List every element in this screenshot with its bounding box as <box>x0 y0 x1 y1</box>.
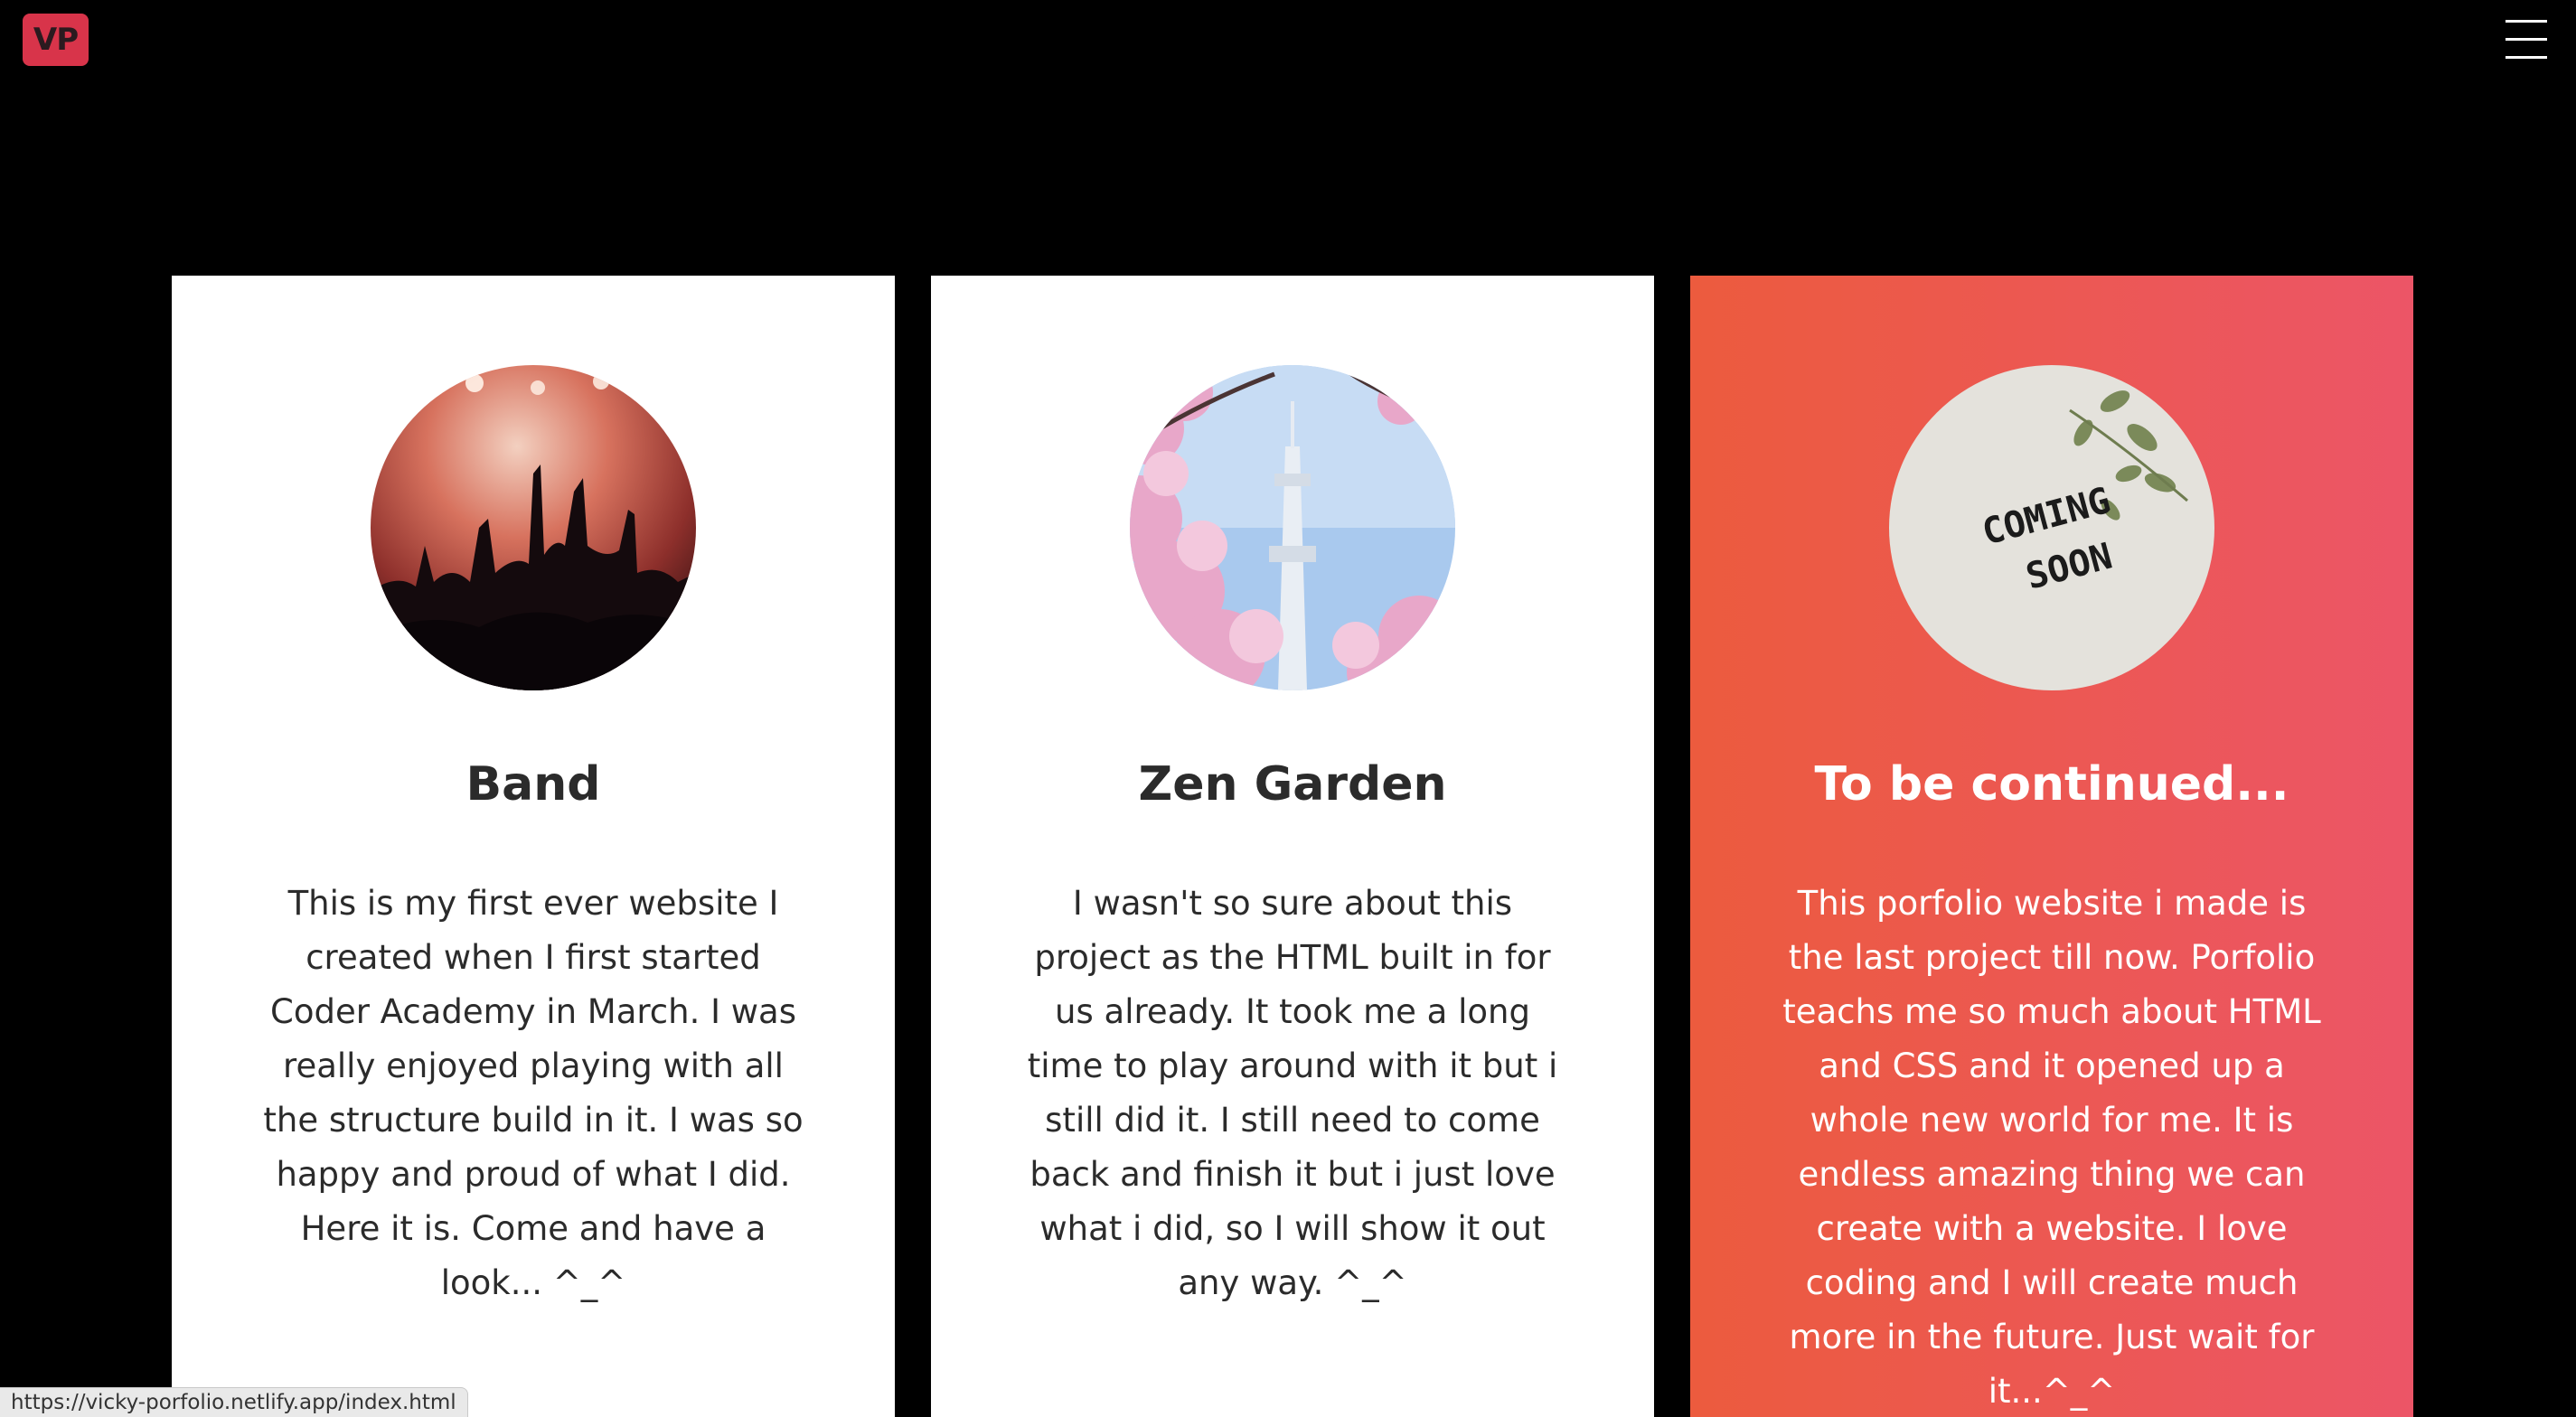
card-description: This is my first ever website I created … <box>263 884 804 1302</box>
coming-soon-image[interactable]: COMING SOON <box>1889 365 2214 690</box>
hamburger-menu-icon[interactable] <box>2505 18 2547 61</box>
project-card-zen-garden[interactable]: Zen Garden I wasn't so sure about this p… <box>931 276 1654 1417</box>
logo[interactable]: VP <box>23 14 89 66</box>
card-title: To be continued... <box>1814 757 2289 812</box>
project-card-to-be-continued[interactable]: COMING SOON To be continued... This porf… <box>1690 276 2413 1417</box>
cherry-blossom-tower-image[interactable] <box>1130 365 1455 690</box>
card-title: Band <box>465 757 601 812</box>
concert-crowd-image[interactable] <box>371 365 696 690</box>
project-card-band[interactable]: Band This is my first ever website I cre… <box>172 276 895 1417</box>
portfolio-page: VP Band This is my first ever website I … <box>0 0 2576 1417</box>
link-status-bar: https://vicky-porfolio.netlify.app/index… <box>0 1387 468 1417</box>
card-title: Zen Garden <box>1138 757 1447 812</box>
card-description: This porfolio website i made is the last… <box>1782 884 2321 1411</box>
card-description: I wasn't so sure about this project as t… <box>1027 884 1558 1302</box>
